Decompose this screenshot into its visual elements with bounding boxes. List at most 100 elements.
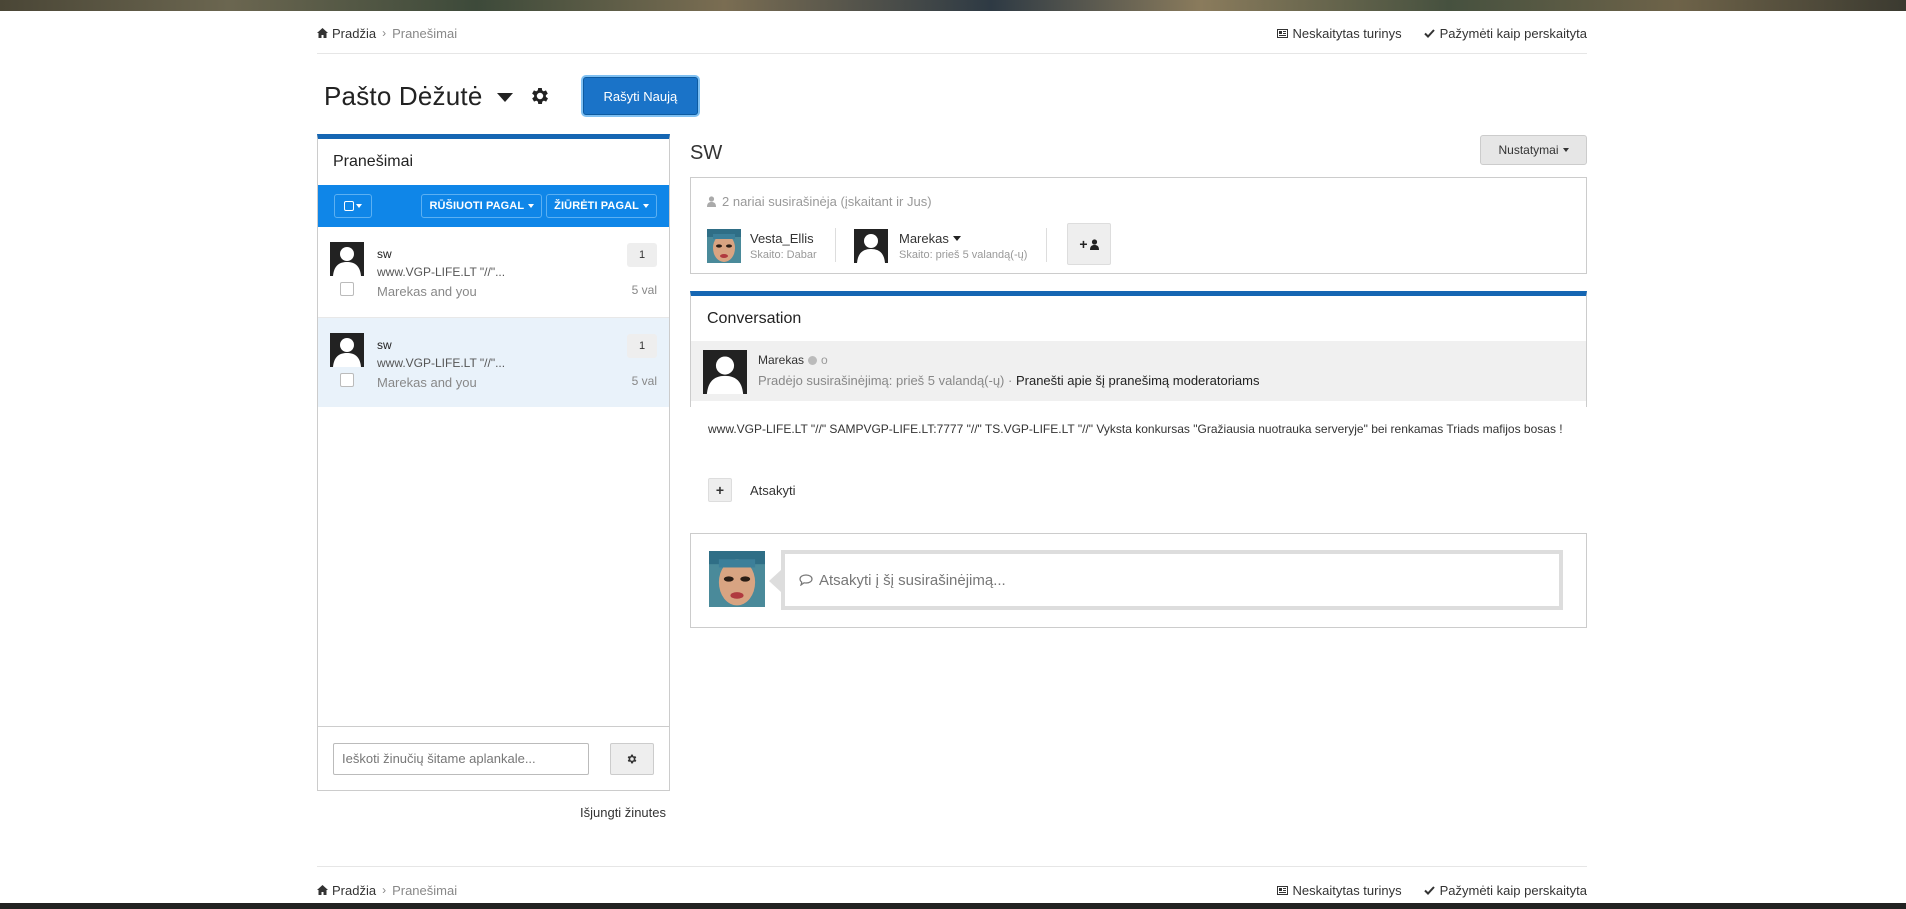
search-input[interactable] <box>333 742 589 775</box>
plus-icon: + <box>1079 236 1088 252</box>
message-preview: www.VGP-LIFE.LT "//"... <box>377 265 506 279</box>
reply-editor: Atsakyti į šį susirašinėjimą... <box>690 533 1587 628</box>
reply-input[interactable]: Atsakyti į šį susirašinėjimą... <box>781 550 1563 610</box>
user-icon <box>707 196 716 207</box>
message-title: sw <box>377 338 392 352</box>
compose-button[interactable]: Rašyti Naują <box>582 77 699 115</box>
footer-bar <box>0 903 1906 909</box>
search-settings-button[interactable] <box>610 742 654 775</box>
breadcrumb-current: Pranešimai <box>392 882 458 898</box>
divider <box>317 866 1587 867</box>
sort-dropdown[interactable]: RŪŠIUOTI PAGAL <box>421 194 543 218</box>
message-count-badge: 1 <box>627 334 657 358</box>
message-time: 5 val <box>631 283 657 297</box>
unread-content-link[interactable]: Neskaitytas turinys <box>1276 25 1402 41</box>
message-list-toolbar: RŪŠIUOTI PAGAL ŽIŪRĖTI PAGAL <box>318 185 669 227</box>
breadcrumb-chevron-icon: › <box>382 883 387 897</box>
conversation-panel: Conversation Marekas o Pradėjo susirašin… <box>690 291 1587 407</box>
breadcrumb: Pradžia › Pranešimai <box>317 26 457 41</box>
gear-icon[interactable] <box>529 85 551 107</box>
mark-read-link[interactable]: Pažymėti kaip perskaityta <box>1423 26 1587 41</box>
newspaper-icon <box>1276 28 1288 38</box>
breadcrumb-home[interactable]: Pradžia <box>317 883 376 898</box>
post-meta: Marekas o Pradėjo susirašinėjimą: prieš … <box>691 341 1586 401</box>
reply-link[interactable]: Atsakyti <box>750 483 796 498</box>
post-author[interactable]: Marekas o <box>758 353 828 367</box>
default-avatar-icon <box>330 333 364 367</box>
header-banner-image <box>0 0 1906 11</box>
participant-vesta[interactable]: Vesta_Ellis Skaito: Dabar <box>707 226 817 266</box>
breadcrumb-current: Pranešimai <box>392 25 458 41</box>
default-avatar-icon <box>854 229 888 263</box>
participant-count: 2 nariai susirašinėja (įskaitant ir Jus) <box>707 194 932 209</box>
participants-box: 2 nariai susirašinėja (įskaitant ir Jus)… <box>690 177 1587 274</box>
newspaper-icon <box>1276 885 1288 895</box>
message-list-panel: Pranešimai RŪŠIUOTI PAGAL ŽIŪRĖTI PAGAL … <box>317 134 670 791</box>
message-count-badge: 1 <box>627 243 657 267</box>
message-search-bar <box>318 726 669 790</box>
chevron-down-icon[interactable] <box>496 92 513 102</box>
post-author-suffix: o <box>821 353 828 367</box>
gear-icon <box>627 754 637 763</box>
message-members: Marekas and you <box>377 284 477 299</box>
bottom-breadcrumb-bar: Pradžia › Pranešimai Neskaitytas turinys… <box>317 878 1587 902</box>
default-avatar-icon <box>703 350 747 394</box>
divider <box>1046 228 1047 262</box>
divider <box>317 53 1587 54</box>
participant-name: Vesta_Ellis <box>750 231 814 246</box>
mark-read-label: Pažymėti kaip perskaityta <box>1439 882 1587 898</box>
select-all-dropdown[interactable] <box>334 194 372 218</box>
comment-icon <box>799 574 813 586</box>
message-checkbox[interactable] <box>340 373 354 387</box>
avatar <box>709 551 765 607</box>
mark-read-link[interactable]: Pažymėti kaip perskaityta <box>1423 882 1587 898</box>
breadcrumb-chevron-icon: › <box>382 26 387 40</box>
caret-down-icon <box>356 204 362 208</box>
participant-status: Skaito: prieš 5 valandą(-ų) <box>899 249 1028 261</box>
list-item[interactable]: sw www.VGP-LIFE.LT "//"... Marekas and y… <box>318 317 669 407</box>
participant-name: Marekas <box>899 231 949 246</box>
default-avatar-icon <box>330 242 364 276</box>
list-item[interactable]: sw www.VGP-LIFE.LT "//"... Marekas and y… <box>318 227 669 317</box>
post-author-name: Marekas <box>758 353 805 367</box>
sort-label: RŪŠIUOTI PAGAL <box>429 200 525 212</box>
filter-dropdown[interactable]: ŽIŪRĖTI PAGAL <box>546 194 657 218</box>
message-time: 5 val <box>631 374 657 388</box>
participant-name-dropdown[interactable]: Marekas <box>899 231 1027 246</box>
unread-content-link[interactable]: Neskaitytas turinys <box>1276 883 1402 898</box>
unread-content-label: Neskaitytas turinys <box>1292 25 1402 41</box>
post-started-line: Pradėjo susirašinėjimą: prieš 5 valandą(… <box>758 373 1259 388</box>
home-icon <box>317 885 328 895</box>
conversation-heading: Conversation <box>707 309 802 327</box>
filter-label: ŽIŪRĖTI PAGAL <box>554 200 639 212</box>
participant-count-label: 2 nariai susirašinėja (įskaitant ir Jus) <box>722 194 932 209</box>
page-title[interactable]: Pašto Dėžutė <box>324 81 483 112</box>
user-icon <box>1089 238 1099 250</box>
report-post-link[interactable]: Pranešti apie šį pranešimą moderatoriams <box>1016 373 1260 388</box>
post-body: www.VGP-LIFE.LT "//" SAMPVGP-LIFE.LT:777… <box>708 422 1563 436</box>
breadcrumb-home[interactable]: Pradžia <box>317 26 376 41</box>
settings-label: Nustatymai <box>1498 143 1559 157</box>
caret-down-icon <box>1562 148 1569 152</box>
message-checkbox[interactable] <box>340 282 354 296</box>
check-icon <box>1423 28 1435 38</box>
breadcrumb-home-label: Pradžia <box>332 25 377 41</box>
caret-down-icon <box>528 204 535 208</box>
message-title: sw <box>377 247 392 261</box>
participant-status: Skaito: Dabar <box>750 249 817 261</box>
conversation-settings-dropdown[interactable]: Nustatymai <box>1480 135 1587 165</box>
conversation-title: SW <box>690 142 723 164</box>
caret-down-icon <box>952 236 961 241</box>
avatar <box>707 229 741 263</box>
plus-button[interactable]: + <box>708 478 732 502</box>
post-started-label: Pradėjo susirašinėjimą: prieš 5 valandą(… <box>758 373 1013 388</box>
disable-messages-link[interactable]: Išjungti žinutes <box>580 805 666 820</box>
participant-marekas[interactable]: Marekas Skaito: prieš 5 valandą(-ų) <box>854 226 1027 266</box>
message-preview: www.VGP-LIFE.LT "//"... <box>377 356 506 370</box>
check-icon <box>1423 885 1435 895</box>
add-participant-button[interactable]: + <box>1067 223 1111 265</box>
message-list-title: Pranešimai <box>333 153 414 170</box>
reply-action: + Atsakyti <box>708 478 796 502</box>
message-members: Marekas and you <box>377 375 477 390</box>
checkbox-icon <box>344 201 354 211</box>
